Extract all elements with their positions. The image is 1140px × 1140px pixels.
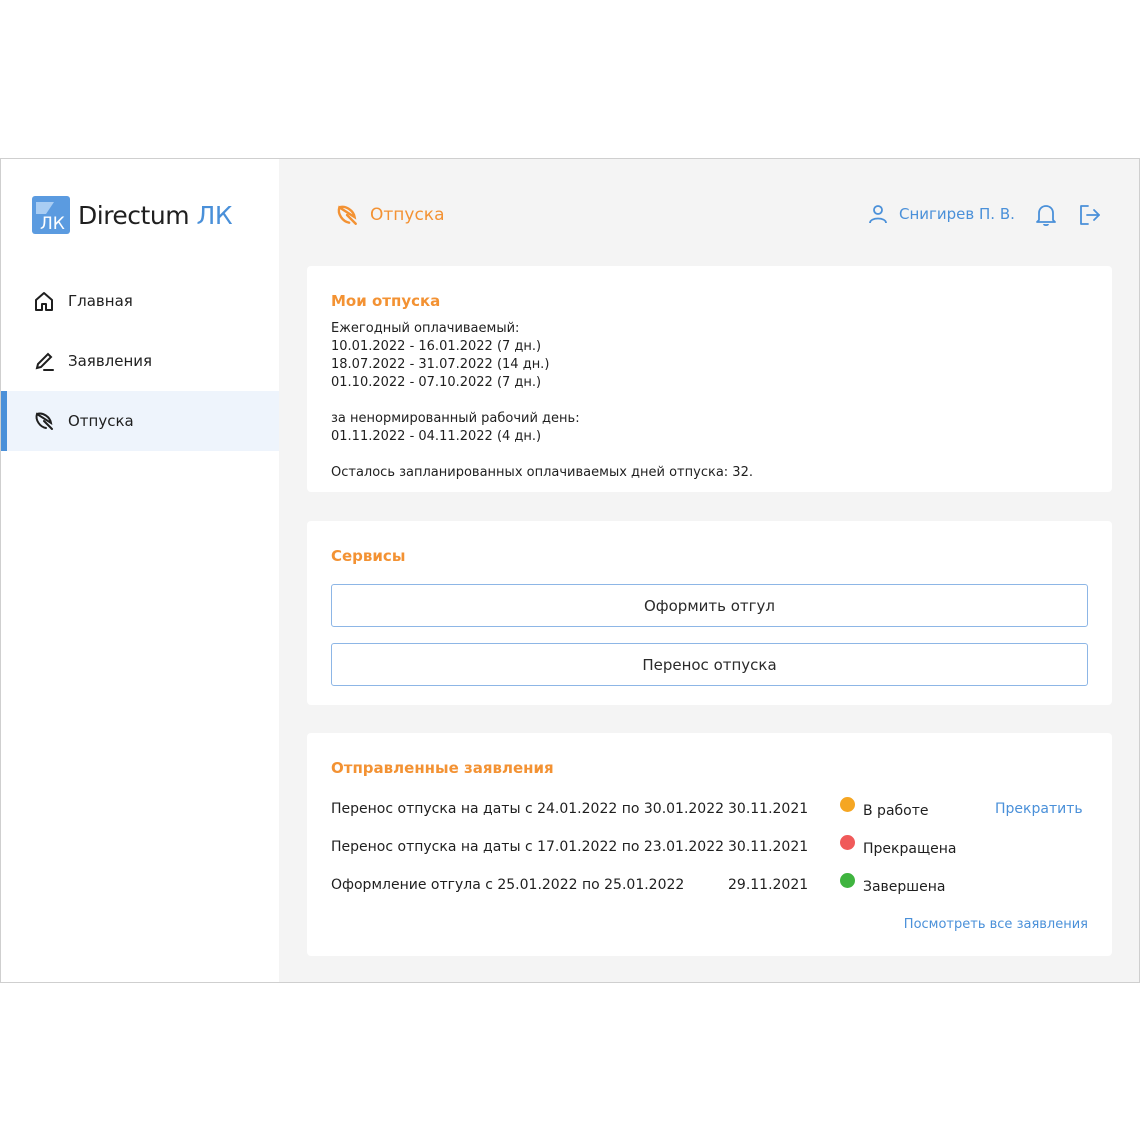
vacation-line: Осталось запланированных оплачиваемых дн… — [331, 465, 753, 480]
logo-text: Directum ЛК — [78, 200, 233, 230]
pen-icon — [33, 350, 55, 372]
header: Отпуска Снигирев П. В. — [279, 159, 1139, 267]
vacation-line: 18.07.2022 - 31.07.2022 (14 дн.) — [331, 357, 550, 372]
vacation-line: за ненормированный рабочий день: — [331, 411, 580, 426]
bell-icon[interactable] — [1035, 203, 1057, 227]
sidebar-item-home[interactable]: Главная — [1, 271, 279, 331]
request-title: Перенос отпуска на даты с 17.01.2022 по … — [331, 839, 725, 855]
sent-requests-card: Отправленные заявления Перенос отпуска н… — [307, 733, 1112, 956]
status-badge: В работе — [863, 803, 929, 819]
reschedule-vacation-button[interactable]: Перенос отпуска — [331, 643, 1088, 686]
request-date: 29.11.2021 — [728, 877, 809, 893]
services-card: Сервисы Оформить отгул Перенос отпуска — [307, 521, 1112, 705]
logo-brand: Directum — [78, 200, 190, 230]
sidebar: ЛК Directum ЛК Главная Заявления Отпуска — [1, 159, 279, 982]
services-title: Сервисы — [331, 547, 406, 565]
request-title: Перенос отпуска на даты с 24.01.2022 по … — [331, 801, 725, 817]
user-menu[interactable]: Снигирев П. В. — [867, 203, 1015, 225]
user-icon — [867, 203, 889, 225]
status-badge: Прекращена — [863, 841, 957, 857]
status-badge: Завершена — [863, 879, 946, 895]
sidebar-nav: Главная Заявления Отпуска — [1, 271, 279, 451]
view-all-requests-link[interactable]: Посмотреть все заявления — [904, 917, 1088, 932]
status-dot-icon — [840, 835, 855, 850]
request-title: Оформление отгула с 25.01.2022 по 25.01.… — [331, 877, 685, 893]
vacation-line — [331, 392, 753, 410]
logo[interactable]: ЛК Directum ЛК — [32, 196, 233, 234]
sidebar-item-label: Отпуска — [68, 412, 134, 430]
vacation-line: 10.01.2022 - 16.01.2022 (7 дн.) — [331, 339, 542, 354]
umbrella-icon — [335, 203, 359, 227]
logo-accent: ЛК — [196, 200, 233, 230]
sidebar-item-requests[interactable]: Заявления — [1, 331, 279, 391]
vacation-line: 01.10.2022 - 07.10.2022 (7 дн.) — [331, 375, 542, 390]
status-dot-icon — [840, 873, 855, 888]
vacation-line: Ежегодный оплачиваемый: — [331, 321, 520, 336]
page-title-text: Отпуска — [370, 205, 445, 225]
user-name: Снигирев П. В. — [899, 205, 1015, 223]
my-vacations-list: Ежегодный оплачиваемый: 10.01.2022 - 16.… — [331, 320, 753, 482]
my-vacations-title: Мои отпуска — [331, 292, 441, 310]
vacation-line: 01.11.2022 - 04.11.2022 (4 дн.) — [331, 429, 542, 444]
request-date: 30.11.2021 — [728, 801, 809, 817]
sidebar-item-vacations[interactable]: Отпуска — [1, 391, 279, 451]
cancel-request-link[interactable]: Прекратить — [995, 801, 1083, 817]
page-title: Отпуска — [335, 203, 445, 227]
take-day-off-button[interactable]: Оформить отгул — [331, 584, 1088, 627]
request-date: 30.11.2021 — [728, 839, 809, 855]
logo-mark-icon: ЛК — [32, 196, 70, 234]
home-icon — [33, 290, 55, 312]
svg-text:ЛК: ЛК — [40, 214, 65, 234]
vacation-line — [331, 446, 753, 464]
logout-icon[interactable] — [1078, 203, 1102, 227]
sidebar-item-label: Заявления — [68, 352, 153, 370]
my-vacations-card: Мои отпуска Ежегодный оплачиваемый: 10.0… — [307, 266, 1112, 492]
request-row: Оформление отгула с 25.01.2022 по 25.01.… — [331, 873, 1088, 901]
status-dot-icon — [840, 797, 855, 812]
request-row: Перенос отпуска на даты с 24.01.2022 по … — [331, 797, 1088, 825]
sent-requests-title: Отправленные заявления — [331, 759, 554, 777]
sidebar-item-label: Главная — [68, 292, 133, 310]
request-row: Перенос отпуска на даты с 17.01.2022 по … — [331, 835, 1088, 863]
umbrella-icon — [33, 410, 55, 432]
app-window: ЛК Directum ЛК Главная Заявления Отпуска… — [0, 158, 1140, 983]
